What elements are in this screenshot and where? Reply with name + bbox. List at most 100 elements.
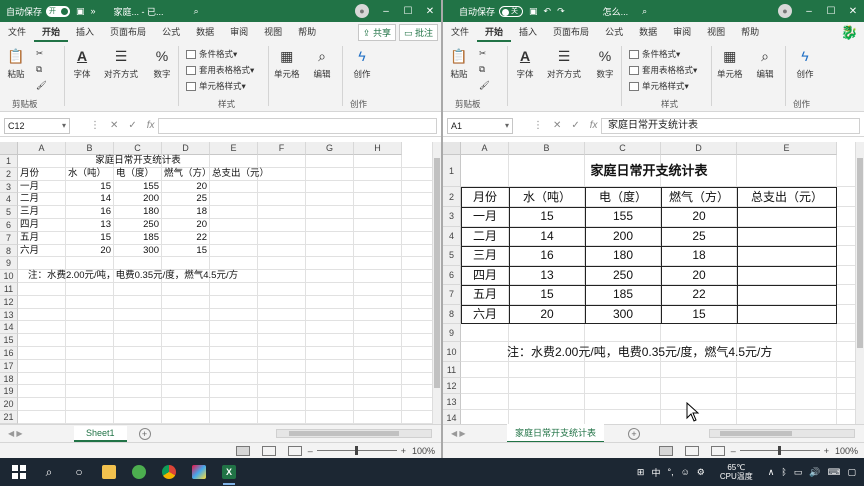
notification-icon[interactable]: ▢ [847,467,856,478]
sheet-tab-sheet1[interactable]: Sheet1 [74,425,127,442]
conditional-format-button[interactable]: 条件格式 ▾ [629,48,680,60]
page-break-view-icon[interactable] [710,445,725,456]
row-header[interactable]: 14 [443,410,461,424]
row-header[interactable]: 17 [0,359,18,373]
autosave-toggle[interactable]: 关 [499,5,524,17]
create-button[interactable]: ϟ 创作 [352,46,372,80]
minimize-icon[interactable]: – [375,6,397,17]
zoom-slider[interactable] [739,446,820,455]
close-icon[interactable]: ✕ [842,6,864,17]
row-header[interactable]: 20 [0,398,18,411]
tab-view[interactable]: 视图 [256,22,290,42]
row-header[interactable]: 16 [0,347,18,360]
cut-icon[interactable]: ✂ [36,48,43,59]
row-header[interactable]: 5 [0,206,18,219]
column-header[interactable]: D [162,142,210,155]
redo-icon[interactable]: ↷ [557,6,565,17]
search-icon[interactable]: ⌕ [194,6,199,17]
row-header[interactable]: 6 [443,265,461,285]
row-header[interactable]: 19 [0,385,18,399]
row-header[interactable]: 7 [443,285,461,305]
tab-data[interactable]: 数据 [188,22,222,42]
create-button[interactable]: ϟ 创作 [795,46,815,80]
more-options-icon[interactable]: ⋮ [533,120,543,131]
row-header[interactable]: 3 [0,180,18,194]
format-painter-icon[interactable]: 🖌 [36,80,47,91]
search-icon[interactable]: ⌕ [34,458,64,486]
select-all-corner[interactable] [443,142,461,155]
row-header[interactable]: 4 [443,226,461,246]
copy-icon[interactable]: ⧉ [36,64,42,75]
enter-icon[interactable]: ✓ [128,120,136,131]
row-header[interactable]: 11 [443,362,461,378]
formula-input[interactable] [158,117,437,134]
undo-icon[interactable]: ↶ [544,6,552,17]
column-header[interactable]: B [509,142,585,155]
column-header[interactable]: B [66,142,114,155]
row-header[interactable]: 13 [0,308,18,322]
column-header[interactable]: F [258,142,306,155]
add-sheet-icon[interactable]: + [138,427,151,440]
column-header[interactable]: A [461,142,509,155]
normal-view-icon[interactable] [235,445,250,456]
paint-app-icon[interactable] [184,458,214,486]
tab-insert[interactable]: 插入 [511,22,545,42]
windows-start-icon[interactable] [4,458,34,486]
zoom-in-icon[interactable]: + [401,446,406,456]
apps-grid-icon[interactable]: ⊞ [637,467,645,478]
zoom-out-icon[interactable]: – [731,446,736,456]
row-header[interactable]: 21 [0,411,18,424]
row-header[interactable]: 11 [0,283,18,296]
tab-help[interactable]: 帮助 [733,22,767,42]
page-break-view-icon[interactable] [287,445,302,456]
row-header[interactable]: 8 [0,244,18,258]
tab-formulas[interactable]: 公式 [597,22,631,42]
cut-icon[interactable]: ✂ [479,48,486,59]
row-header[interactable]: 9 [443,324,461,342]
column-header[interactable]: H [354,142,402,155]
row-header[interactable]: 9 [0,257,18,271]
tab-page-layout[interactable]: 页面布局 [545,22,597,42]
punctuation-indicator[interactable]: °, [667,467,673,477]
number-button[interactable]: % 数字 [595,46,615,80]
autosave-toggle[interactable]: 开 [46,5,71,17]
tab-view[interactable]: 视图 [699,22,733,42]
excel-icon[interactable]: X [214,458,244,486]
row-header[interactable]: 7 [0,231,18,245]
tab-review[interactable]: 审阅 [665,22,699,42]
horizontal-scrollbar[interactable] [709,429,855,438]
name-box[interactable]: A1 [447,117,513,134]
row-header[interactable]: 8 [443,304,461,324]
cell-style-button[interactable]: 单元格样式 ▾ [629,80,689,92]
search-icon[interactable]: ⌕ [642,6,647,17]
tab-home[interactable]: 开始 [477,22,512,42]
more-options-icon[interactable]: ⋮ [90,120,100,131]
settings-icon[interactable]: ⚙ [697,467,705,478]
sheet-nav-arrows[interactable]: ◀ ▶ [8,429,38,438]
conditional-format-button[interactable]: 条件格式 ▾ [186,48,237,60]
cancel-icon[interactable]: ✕ [110,120,118,131]
row-header[interactable]: 10 [443,342,461,362]
keyboard-icon[interactable]: ⌨ [827,467,840,478]
restore-icon[interactable]: ☐ [820,6,842,17]
volume-icon[interactable]: 🔊 [809,467,820,478]
vertical-scrollbar[interactable] [855,142,864,424]
spreadsheet-grid[interactable]: A B C D E F G H 1 2 3 4 5 6 7 8 9 10 11 12 13 14 15 16 17 18 19 20 2… [0,142,441,424]
zoom-level[interactable]: 100% [835,446,858,456]
select-all-corner[interactable] [0,142,18,155]
save-icon[interactable]: ▣ [76,6,85,17]
font-button[interactable]: A 字体 [515,46,535,80]
row-header[interactable]: 12 [0,295,18,309]
zoom-slider[interactable] [316,446,397,455]
tab-file[interactable]: 文件 [443,22,477,42]
font-button[interactable]: A 字体 [72,46,92,80]
column-header[interactable]: C [585,142,661,155]
add-sheet-icon[interactable]: + [628,427,641,440]
table-format-button[interactable]: 套用表格格式 ▾ [186,64,254,76]
paste-button[interactable]: 📋 粘贴 [6,46,26,80]
ime-indicator[interactable]: 中 [651,466,660,479]
fx-icon[interactable]: fx [590,120,598,131]
tab-formulas[interactable]: 公式 [154,22,188,42]
copy-icon[interactable]: ⧉ [479,64,485,75]
row-header[interactable]: 3 [443,207,461,227]
